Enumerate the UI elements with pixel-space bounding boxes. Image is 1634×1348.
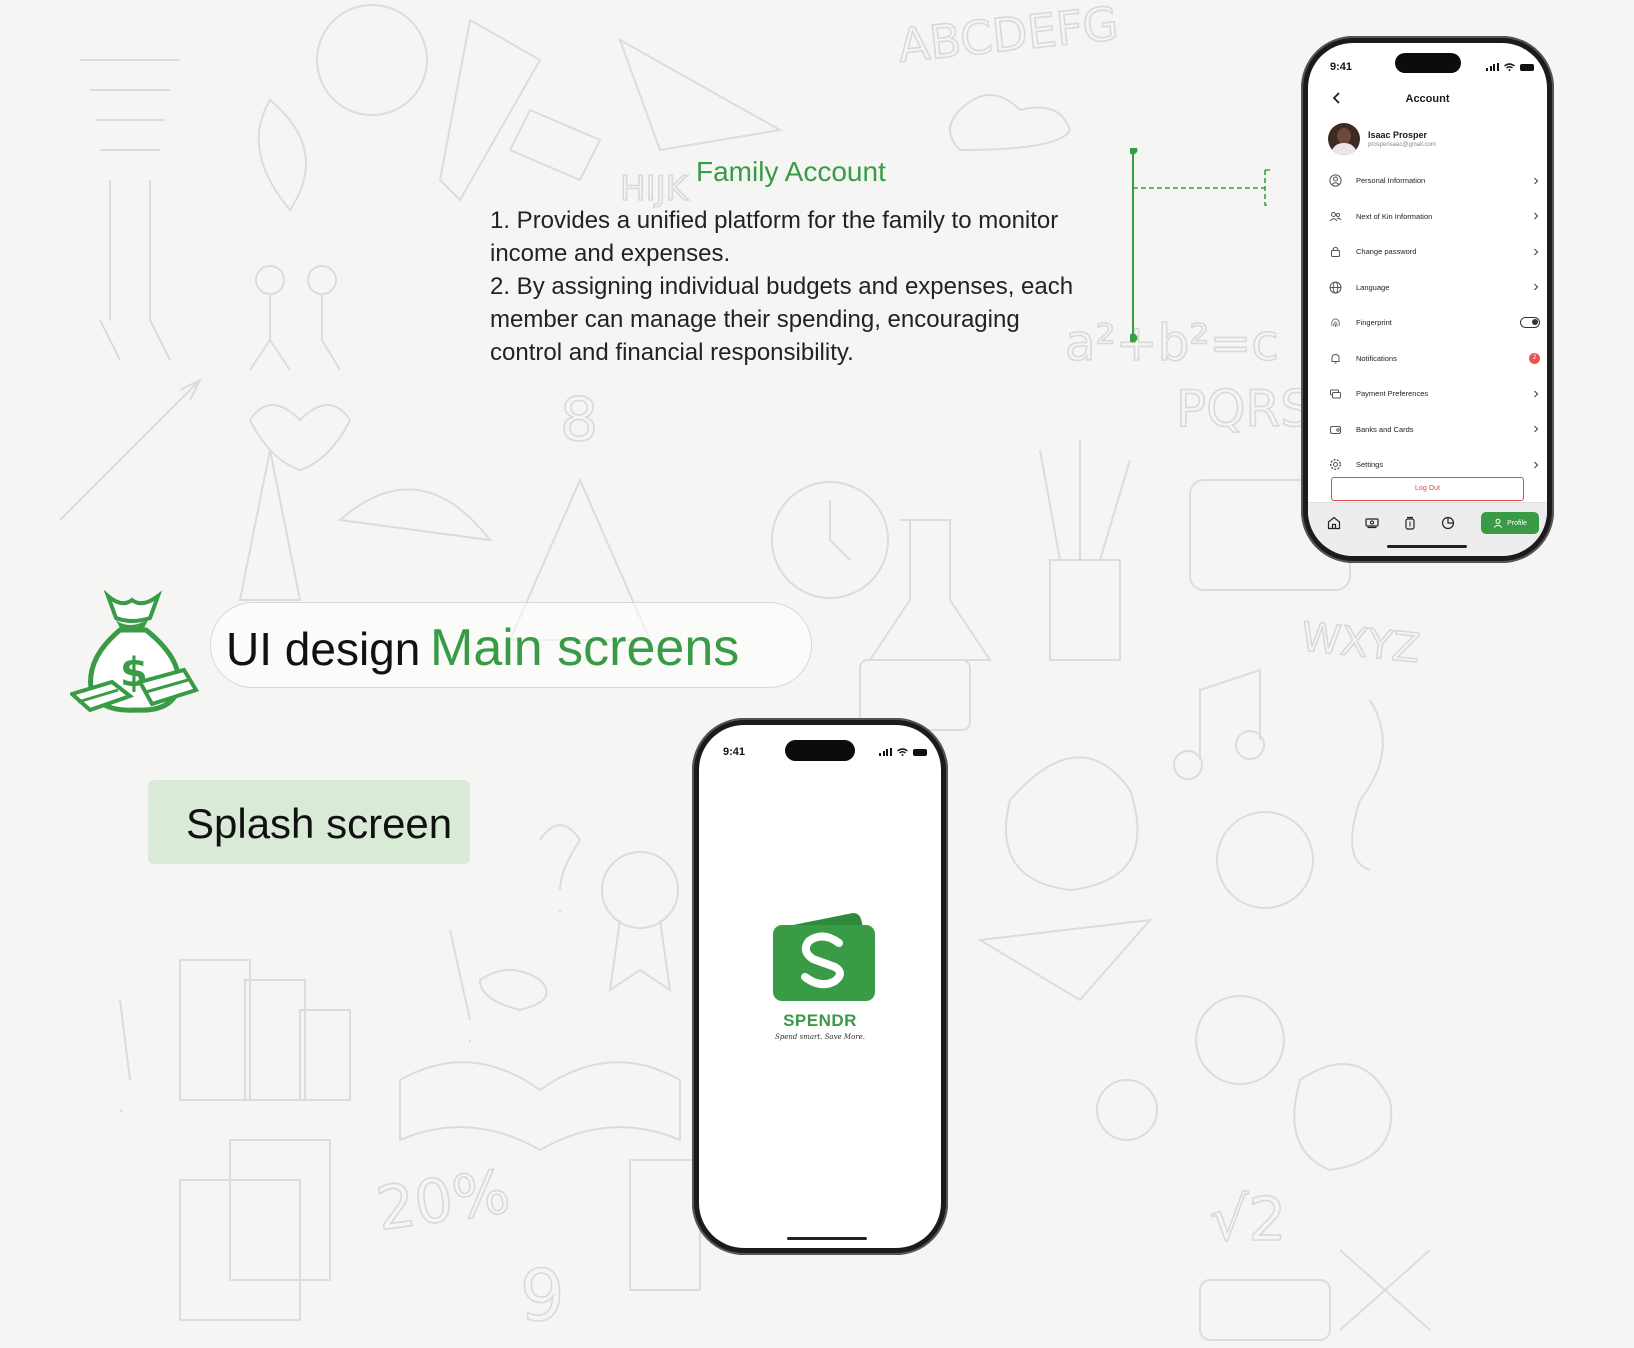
money-bag-icon: $ <box>70 590 200 713</box>
menu-item-next-of-kin[interactable]: Next of Kin Information <box>1328 199 1540 235</box>
status-time: 9:41 <box>1330 61 1353 73</box>
svg-text:√2: √2 <box>1210 1185 1286 1255</box>
wifi-icon <box>896 748 908 756</box>
status-icons <box>879 748 927 756</box>
menu-item-change-password[interactable]: Change password <box>1328 234 1540 270</box>
spendr-logo-icon <box>773 913 875 1001</box>
fingerprint-icon <box>1328 316 1342 330</box>
money-icon[interactable] <box>1364 515 1380 531</box>
user-circle-icon <box>1328 174 1342 188</box>
menu-item-personal-information[interactable]: Personal Information <box>1328 163 1540 199</box>
annotation-connector <box>1130 148 1270 343</box>
lock-icon <box>1328 245 1342 259</box>
home-indicator <box>1387 545 1467 548</box>
chevron-right-icon <box>1534 425 1539 433</box>
bell-icon <box>1328 351 1342 365</box>
menu-item-label: Personal Information <box>1356 176 1426 186</box>
svg-text:8: 8 <box>560 385 598 455</box>
bottom-tab-bar: Profile <box>1308 502 1547 556</box>
splash-phone-mockup: 9:41 SPENDR Spend smart. Save More. <box>692 718 948 1255</box>
description-line: control and financial responsibility. <box>490 339 854 366</box>
svg-text:HIJK: HIJK <box>620 169 690 209</box>
splash-screen: 9:41 SPENDR Spend smart. Save More. <box>699 725 941 1248</box>
menu-item-label: Payment Preferences <box>1356 389 1429 399</box>
chevron-right-icon <box>1534 177 1539 185</box>
chevron-right-icon <box>1534 390 1539 398</box>
chevron-right-icon <box>1534 283 1539 291</box>
wallet-icon <box>1328 387 1342 401</box>
description-line: 1. Provides a unified platform for the f… <box>490 207 1059 234</box>
description-line: member can manage their spending, encour… <box>490 306 1020 333</box>
menu-item-label: Language <box>1356 282 1390 292</box>
user-icon <box>1493 518 1503 528</box>
fingerprint-toggle[interactable] <box>1520 317 1540 329</box>
menu-item-label: Fingerprint <box>1356 318 1392 328</box>
status-icons <box>1486 63 1534 71</box>
brand-name: SPENDR <box>783 1011 857 1030</box>
notification-badge: 2 <box>1529 352 1540 364</box>
ui-design-label: UI design <box>226 623 421 675</box>
status-time: 9:41 <box>723 746 746 758</box>
profile-summary[interactable]: Isaac Prosper prosperisaac@gmail.com <box>1328 123 1436 155</box>
menu-item-banks-and-cards[interactable]: Banks and Cards <box>1328 412 1540 448</box>
gear-icon <box>1328 458 1342 472</box>
menu-item-language[interactable]: Language <box>1328 270 1540 306</box>
logout-button[interactable]: Log Out <box>1331 477 1524 501</box>
menu-item-label: Next of Kin Information <box>1356 211 1433 221</box>
account-menu: Personal Information Next of Kin Informa… <box>1328 163 1540 483</box>
users-icon <box>1328 209 1342 223</box>
description-line: income and expenses. <box>490 240 731 267</box>
svg-text:20%: 20% <box>372 1157 514 1245</box>
menu-item-payment-preferences[interactable]: Payment Preferences <box>1328 376 1540 412</box>
menu-item-notifications[interactable]: Notifications 2 <box>1328 341 1540 377</box>
menu-item-fingerprint[interactable]: Fingerprint <box>1328 305 1540 341</box>
jar-icon[interactable] <box>1402 515 1418 531</box>
wifi-icon <box>1503 63 1515 71</box>
account-screen: 9:41 Account Isaac Prosper prosperisaac@… <box>1308 43 1547 556</box>
account-phone-mockup: 9:41 Account Isaac Prosper prosperisaac@… <box>1301 36 1554 563</box>
page-title: Account <box>1405 93 1450 105</box>
svg-text:PQRS: PQRS <box>1176 380 1312 438</box>
card-icon <box>1328 422 1342 436</box>
menu-item-label: Settings <box>1356 460 1384 470</box>
pie-chart-icon[interactable] <box>1440 515 1456 531</box>
brand-tagline: Spend smart. Save More. <box>774 1033 866 1041</box>
globe-icon <box>1328 280 1342 294</box>
menu-item-label: Banks and Cards <box>1356 424 1414 434</box>
dynamic-island <box>785 740 855 761</box>
tab-profile-label: Profile <box>1507 519 1527 527</box>
tab-profile[interactable]: Profile <box>1481 512 1539 534</box>
dynamic-island <box>1394 53 1461 73</box>
signal-icon <box>879 748 892 756</box>
svg-text:9: 9 <box>520 1255 565 1337</box>
avatar <box>1328 123 1360 155</box>
chevron-right-icon <box>1534 461 1539 469</box>
user-email: prosperisaac@gmail.com <box>1368 142 1436 148</box>
svg-text:WXYZ: WXYZ <box>1299 614 1422 672</box>
family-account-title: Family Account <box>696 156 886 187</box>
splash-screen-label: Splash screen <box>186 800 453 847</box>
battery-icon <box>912 749 927 756</box>
user-name: Isaac Prosper <box>1368 130 1428 140</box>
main-screens-label: Main screens <box>430 619 740 677</box>
chevron-right-icon <box>1534 248 1539 256</box>
menu-item-label: Change password <box>1356 247 1417 257</box>
battery-icon <box>1519 64 1534 71</box>
family-account-description: 1. Provides a unified platform for the f… <box>490 204 1100 369</box>
menu-item-label: Notifications <box>1356 353 1397 363</box>
svg-text:ABCDEFG: ABCDEFG <box>896 0 1121 73</box>
signal-icon <box>1486 63 1499 71</box>
home-indicator <box>787 1237 867 1240</box>
description-line: 2. By assigning individual budgets and e… <box>490 273 1074 300</box>
home-icon[interactable] <box>1326 515 1342 531</box>
chevron-right-icon <box>1534 212 1539 220</box>
